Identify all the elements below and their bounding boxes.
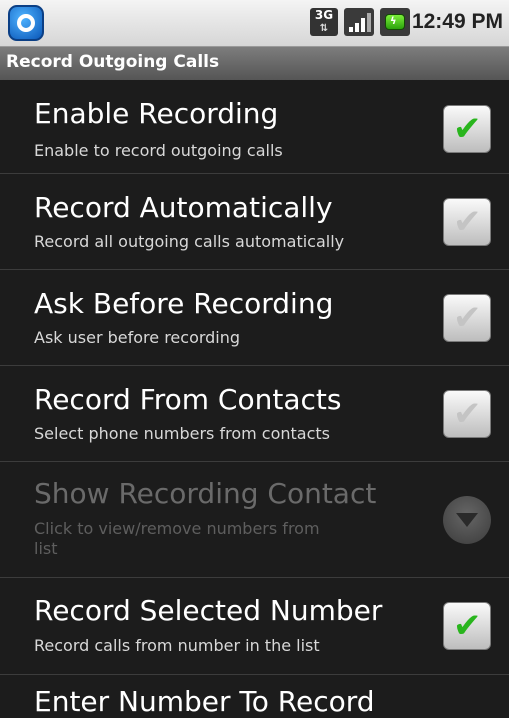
setting-summary: Click to view/remove numbers from list bbox=[34, 519, 320, 558]
setting-title: Record From Contacts bbox=[34, 383, 342, 416]
setting-summary: Record calls from number in the list bbox=[34, 636, 320, 655]
setting-record-from-contacts[interactable]: Record From Contacts Select phone number… bbox=[0, 366, 509, 462]
setting-record-selected-number[interactable]: Record Selected Number Record calls from… bbox=[0, 578, 509, 675]
app-icon[interactable] bbox=[8, 5, 44, 41]
battery-charging-icon: ϟ bbox=[380, 8, 410, 36]
setting-enable-recording[interactable]: Enable Recording Enable to record outgoi… bbox=[0, 81, 509, 174]
title-bar: Record Outgoing Calls bbox=[0, 47, 509, 80]
3g-icon: 3G ⇅ bbox=[310, 8, 338, 36]
record-automatically-checkbox[interactable]: ✔ bbox=[443, 198, 491, 246]
setting-summary: Ask user before recording bbox=[34, 328, 241, 347]
clock: 12:49 PM bbox=[411, 10, 503, 33]
setting-show-recording-contact: Show Recording Contact Click to view/rem… bbox=[0, 462, 509, 578]
setting-title: Record Automatically bbox=[34, 191, 333, 224]
setting-enter-number-to-record[interactable]: Enter Number To Record bbox=[0, 675, 509, 718]
setting-title: Enable Recording bbox=[34, 97, 279, 130]
setting-ask-before-recording[interactable]: Ask Before Recording Ask user before rec… bbox=[0, 270, 509, 366]
ask-before-recording-checkbox[interactable]: ✔ bbox=[443, 294, 491, 342]
page-title: Record Outgoing Calls bbox=[6, 52, 220, 72]
record-selected-number-checkbox[interactable]: ✔ bbox=[443, 602, 491, 650]
enable-recording-checkbox[interactable]: ✔ bbox=[443, 105, 491, 153]
setting-summary: Select phone numbers from contacts bbox=[34, 424, 330, 443]
record-from-contacts-checkbox[interactable]: ✔ bbox=[443, 390, 491, 438]
setting-title: Ask Before Recording bbox=[34, 287, 334, 320]
setting-title: Enter Number To Record bbox=[34, 685, 375, 718]
dropdown-arrow-icon bbox=[443, 496, 491, 544]
signal-icon bbox=[344, 8, 374, 36]
setting-summary: Enable to record outgoing calls bbox=[34, 141, 283, 160]
setting-record-automatically[interactable]: Record Automatically Record all outgoing… bbox=[0, 174, 509, 270]
settings-list: Enable Recording Enable to record outgoi… bbox=[0, 81, 509, 718]
setting-title: Show Recording Contact bbox=[34, 477, 377, 510]
setting-summary: Record all outgoing calls automatically bbox=[34, 232, 345, 251]
status-bar: 3G ⇅ ϟ 12:49 PM bbox=[0, 0, 509, 47]
setting-title: Record Selected Number bbox=[34, 594, 383, 627]
